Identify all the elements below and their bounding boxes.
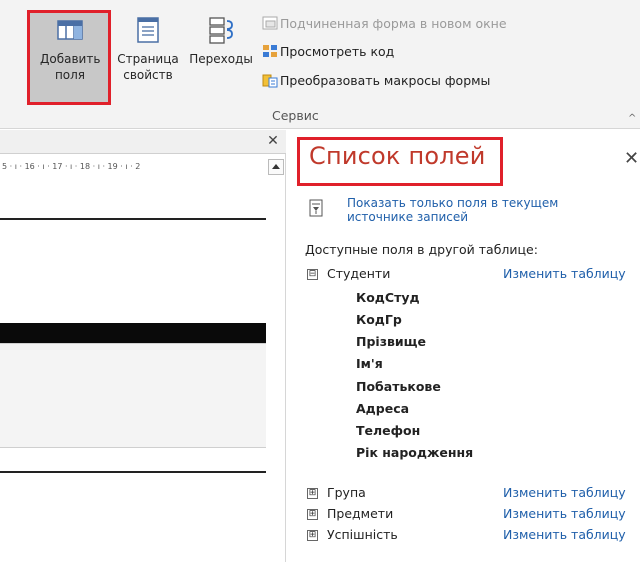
view-code-button[interactable]: Просмотреть код — [262, 42, 394, 62]
table-name: Група — [327, 485, 366, 500]
add-fields-highlight-frame — [27, 10, 111, 105]
available-fields-label: Доступные поля в другой таблице: — [305, 242, 538, 257]
field-item[interactable]: Рік народження — [356, 443, 473, 463]
view-code-label: Просмотреть код — [280, 44, 395, 59]
show-only-current-source-label: Показать только поля в текущем источнике… — [347, 196, 559, 224]
transitions-icon — [209, 17, 233, 44]
title-highlight-frame — [297, 137, 503, 186]
view-code-icon — [263, 45, 277, 57]
field-item[interactable]: КодСтуд — [356, 288, 420, 308]
ribbon: Добавить поля Страница свойств Переходы … — [0, 0, 640, 129]
horizontal-ruler: 5 · ı · 16 · ı · 17 · ı · 18 · ı · 19 · … — [2, 162, 141, 171]
field-item[interactable]: Прізвище — [356, 332, 426, 352]
table-row-subjects[interactable]: ⊞ Предмети Изменить таблицу — [307, 504, 637, 524]
table-row-students[interactable]: ⊟ Студенти Изменить таблицу — [307, 264, 637, 284]
table-name: Успішність — [327, 527, 398, 542]
convert-macros-label: Преобразовать макросы формы — [280, 73, 491, 88]
section-separator — [0, 218, 266, 220]
change-table-link[interactable]: Изменить таблицу — [503, 525, 626, 545]
convert-macros-icon — [262, 74, 278, 88]
expand-icon[interactable]: ⊞ — [307, 509, 318, 520]
filter-fields-icon — [309, 199, 323, 217]
field-item[interactable]: Ім'я — [356, 354, 383, 374]
section-header-bar[interactable] — [0, 323, 266, 343]
transitions-label: Переходы — [189, 52, 253, 66]
table-name: Студенти — [327, 266, 391, 281]
scroll-up-icon[interactable] — [268, 159, 284, 175]
expand-icon[interactable]: ⊞ — [307, 530, 318, 541]
field-item[interactable]: Телефон — [356, 421, 420, 441]
form-designer[interactable]: ✕ 5 · ı · 16 · ı · 17 · ı · 18 · ı · 19 … — [0, 130, 286, 562]
table-name: Предмети — [327, 506, 394, 521]
close-icon[interactable]: ✕ — [264, 131, 282, 151]
designer-tab-bar: ✕ — [0, 130, 286, 154]
change-table-link[interactable]: Изменить таблицу — [503, 483, 626, 503]
property-page-button[interactable]: Страница свойств — [110, 12, 186, 104]
close-pane-icon[interactable]: ✕ — [624, 148, 639, 169]
collapse-ribbon-icon[interactable]: ^ — [628, 113, 636, 124]
section-area — [0, 343, 266, 447]
subform-new-window-label: Подчиненная форма в новом окне — [280, 16, 507, 31]
transitions-button[interactable]: Переходы — [186, 12, 256, 104]
section-separator — [0, 471, 266, 473]
field-item[interactable]: КодГр — [356, 310, 402, 330]
property-page-label: Страница свойств — [117, 52, 179, 82]
change-table-link[interactable]: Изменить таблицу — [503, 264, 626, 284]
section-divider — [0, 343, 266, 344]
expand-icon[interactable]: ⊞ — [307, 488, 318, 499]
field-list-pane: Список полей ✕ Показать только поля в те… — [287, 130, 640, 562]
subform-new-window-button[interactable]: Подчиненная форма в новом окне — [262, 14, 507, 34]
property-sheet-icon — [137, 17, 159, 43]
table-row-grades[interactable]: ⊞ Успішність Изменить таблицу — [307, 525, 637, 545]
convert-macros-button[interactable]: Преобразовать макросы формы — [262, 71, 490, 91]
field-item[interactable]: Адреса — [356, 399, 409, 419]
change-table-link[interactable]: Изменить таблицу — [503, 504, 626, 524]
field-item[interactable]: Побатькове — [356, 377, 441, 397]
subform-icon — [262, 16, 278, 30]
section-divider — [0, 447, 266, 448]
ribbon-group-label: Сервис — [272, 108, 319, 123]
table-row-group[interactable]: ⊞ Група Изменить таблицу — [307, 483, 637, 503]
collapse-icon[interactable]: ⊟ — [307, 269, 318, 280]
